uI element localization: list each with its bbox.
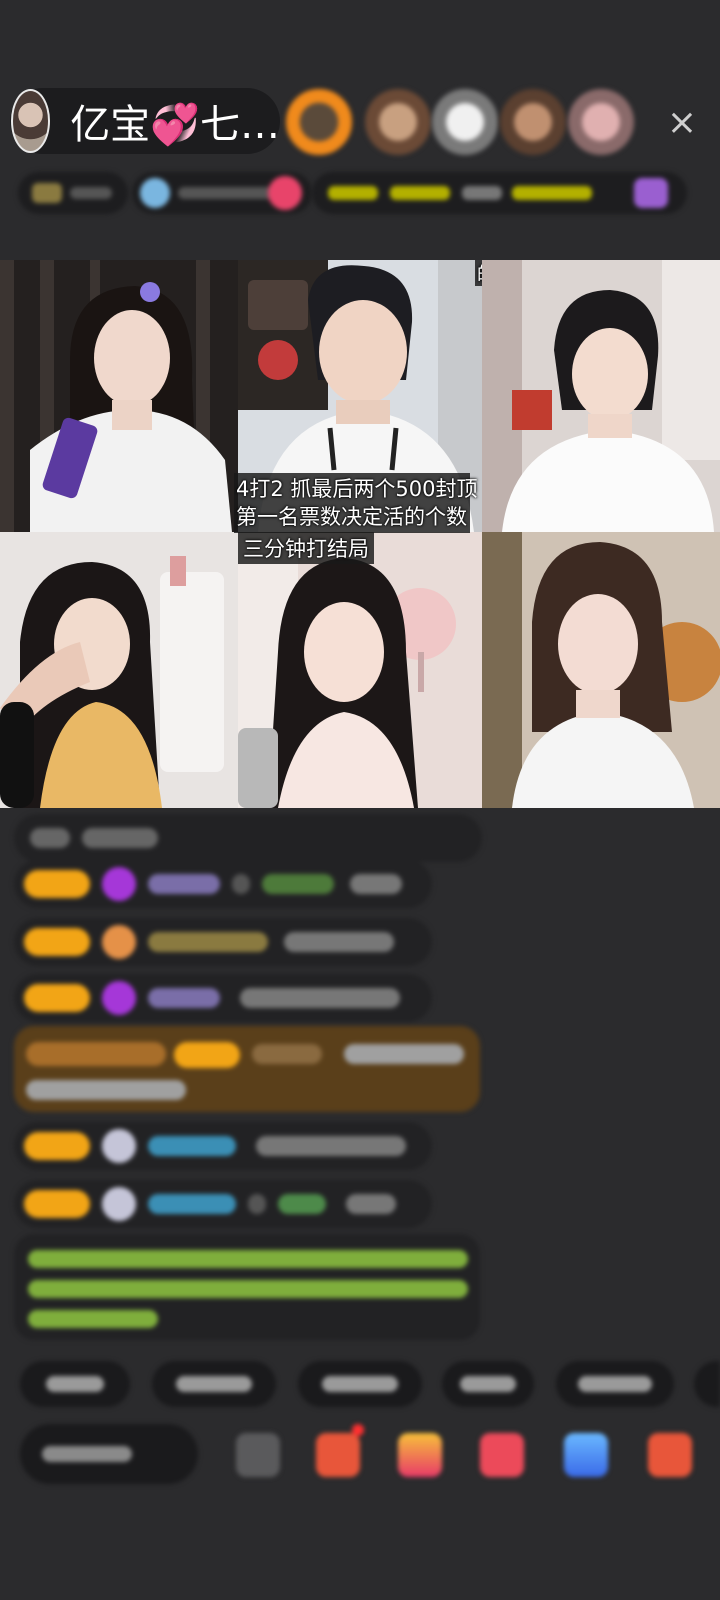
chat-message: [14, 860, 432, 908]
host-avatar[interactable]: [11, 89, 51, 153]
video-tile-5[interactable]: [238, 532, 482, 808]
rank-pill[interactable]: [18, 172, 128, 214]
chat-message: [14, 814, 482, 862]
quick-reply-1[interactable]: [20, 1361, 130, 1407]
pk-icon[interactable]: [480, 1433, 524, 1477]
chat-message: [14, 1122, 432, 1170]
gift-icon[interactable]: [316, 1433, 360, 1477]
close-icon[interactable]: ×: [662, 103, 702, 143]
viewer-avatar-4[interactable]: [500, 89, 566, 155]
tile-5-label: 三分钟打结局: [238, 532, 374, 564]
video-tile-6[interactable]: [482, 532, 720, 808]
chat-message: [14, 974, 432, 1022]
video-tile-4[interactable]: [0, 532, 238, 808]
viewer-avatar-3[interactable]: [432, 89, 498, 155]
video-tile-1[interactable]: [0, 260, 238, 532]
chat-message: [14, 1180, 432, 1228]
system-notice: [14, 1234, 480, 1340]
more-icon[interactable]: [648, 1433, 692, 1477]
host-name: 亿宝💞七…: [70, 102, 280, 148]
game-rule-line-2: 第一名票数决定活的个数: [236, 505, 467, 529]
game-rule-line-1: 4打2 抓最后两个500封顶: [236, 477, 478, 501]
notification-dot: [352, 1424, 364, 1436]
chat-message-highlight: [14, 1026, 480, 1112]
viewer-avatar-1[interactable]: [286, 89, 352, 155]
share-icon[interactable]: [564, 1433, 608, 1477]
quick-reply-6[interactable]: [694, 1361, 720, 1407]
video-grid: 的光: [0, 260, 720, 808]
chat-list[interactable]: [0, 814, 720, 1354]
quick-reply-5[interactable]: [556, 1361, 674, 1407]
chat-message: [14, 918, 432, 966]
quick-reply-4[interactable]: [442, 1361, 534, 1407]
activity-icon[interactable]: [398, 1433, 442, 1477]
quick-reply-3[interactable]: [298, 1361, 422, 1407]
announcement-ticker[interactable]: [312, 172, 687, 214]
comment-input[interactable]: [20, 1424, 198, 1484]
hourly-rank-pill[interactable]: [132, 172, 312, 214]
video-tile-3[interactable]: [482, 260, 720, 532]
viewer-avatar-2[interactable]: [365, 89, 431, 155]
host-info-pill[interactable]: 亿宝💞七…: [10, 88, 280, 154]
viewer-avatar-5[interactable]: [568, 89, 634, 155]
quick-reply-2[interactable]: [152, 1361, 276, 1407]
emoji-icon[interactable]: [236, 1433, 280, 1477]
game-rule-overlay: 4打2 抓最后两个500封顶 第一名票数决定活的个数: [234, 473, 478, 533]
